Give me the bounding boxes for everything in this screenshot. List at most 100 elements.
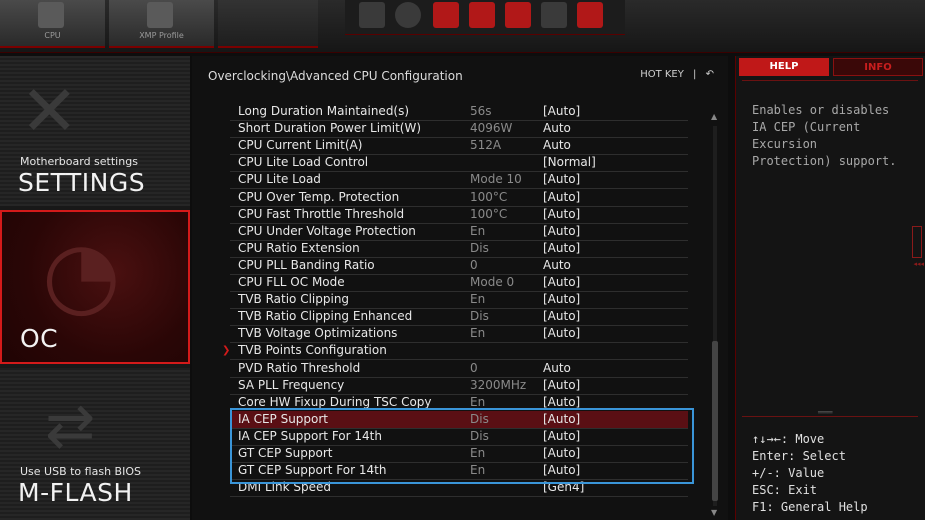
nav-oc[interactable]: ◔ OC [0, 210, 190, 364]
key-exit: ESC: Exit [752, 483, 818, 497]
setting-row[interactable]: TVB Ratio Clipping En [Auto] [230, 291, 688, 310]
setting-value[interactable]: [Auto] [543, 308, 580, 325]
setting-label: TVB Ratio Clipping [238, 292, 350, 307]
setting-row[interactable]: TVB Voltage Optimizations En [Auto] [230, 325, 688, 344]
help-panel: HELP INFO Enables or disables IA CEP (Cu… [735, 56, 925, 520]
setting-row[interactable]: Short Duration Power Limit(W) 4096W Auto [230, 120, 688, 139]
setting-label: CPU FLL OC Mode [238, 275, 345, 289]
keys-divider [742, 416, 918, 417]
cpu-icon [38, 2, 64, 28]
setting-current-value: Mode 0 [470, 275, 515, 289]
setting-label: PVD Ratio Threshold [238, 360, 361, 375]
setting-current-value: Mode 10 [470, 172, 522, 187]
usb-icon: ⇄ [45, 391, 96, 461]
setting-value[interactable]: [Auto] [543, 291, 580, 308]
scroll-down-arrow[interactable]: ▼ [711, 508, 717, 517]
setting-current-value: 100°C [470, 189, 508, 204]
setting-row[interactable]: ❯ TVB Points Configuration [222, 342, 688, 361]
boot-device-icon[interactable] [577, 2, 603, 28]
setting-label: CPU Fast Throttle Threshold [238, 206, 405, 221]
back-icon[interactable]: ↶ [706, 69, 714, 80]
left-navigation: ✕ Motherboard settings SETTINGS ◔ OC ⇄ U… [0, 56, 190, 520]
boot-device-bar [345, 0, 625, 35]
setting-current-value: 100°C [470, 206, 508, 221]
setting-label: CPU Current Limit(A) [238, 138, 363, 153]
key-help: F1: General Help [752, 500, 868, 514]
setting-value[interactable]: [Auto] [543, 377, 580, 394]
setting-row[interactable]: CPU Under Voltage Protection En [Auto] [230, 223, 688, 241]
setting-row[interactable]: CPU Current Limit(A) 512A Auto [230, 137, 688, 156]
breadcrumb: Overclocking\Advanced CPU Configuration [208, 69, 463, 83]
setting-value[interactable]: Auto [543, 137, 571, 154]
key-legend: ↑↓→←: Move Enter: Select +/-: Value ESC:… [752, 431, 868, 516]
setting-current-value: 56s [470, 104, 492, 118]
tab-help[interactable]: HELP [739, 58, 829, 76]
setting-value[interactable]: Auto [543, 120, 571, 137]
xmp-icon [147, 2, 173, 28]
help-tabs: HELP INFO [739, 58, 923, 76]
key-select: Enter: Select [752, 449, 846, 463]
highlight-box [230, 408, 694, 484]
setting-value[interactable]: [Auto] [543, 171, 580, 188]
setting-current-value: 0 [470, 257, 478, 272]
main-panel: Overclocking\Advanced CPU Configuration … [192, 56, 728, 520]
boot-device-icon[interactable] [433, 2, 459, 28]
boot-device-icon[interactable] [359, 2, 385, 28]
setting-row[interactable]: CPU Ratio Extension Dis [Auto] [230, 240, 688, 258]
setting-label: Long Duration Maintained(s) [238, 104, 410, 118]
setting-label: CPU Lite Load [238, 172, 321, 187]
boot-device-icon[interactable] [505, 2, 531, 28]
setting-value[interactable]: Auto [543, 360, 571, 377]
submenu-arrow-icon: ❯ [222, 345, 231, 357]
setting-current-value: 3200MHz [470, 377, 527, 392]
setting-value[interactable]: Auto [543, 257, 571, 274]
scrollbar-thumb[interactable] [712, 341, 718, 501]
setting-row[interactable]: CPU PLL Banding Ratio 0 Auto [230, 257, 688, 275]
setting-current-value: Dis [470, 240, 489, 255]
side-handle[interactable] [912, 226, 922, 258]
setting-value[interactable]: [Auto] [543, 103, 580, 120]
mflash-subtitle: Use USB to flash BIOS [20, 465, 141, 478]
setting-label: TVB Voltage Optimizations [238, 326, 398, 341]
tab-info[interactable]: INFO [833, 58, 923, 76]
setting-row[interactable]: CPU Lite Load Mode 10 [Auto] [230, 171, 688, 190]
boot-device-icon[interactable] [469, 2, 495, 28]
setting-row[interactable]: CPU FLL OC Mode Mode 0 [Auto] [230, 274, 688, 292]
boot-device-icon[interactable] [395, 2, 421, 28]
setting-value[interactable]: [Normal] [543, 154, 596, 171]
setting-label: SA PLL Frequency [238, 377, 345, 392]
mflash-title: M-FLASH [18, 478, 133, 507]
xmp-profile-button[interactable]: XMP Profile [109, 0, 214, 48]
nav-settings[interactable]: ✕ Motherboard settings SETTINGS [0, 56, 190, 206]
profile-slot-button[interactable] [218, 0, 318, 48]
xmp-button-label: XMP Profile [139, 31, 184, 40]
setting-value[interactable]: [Auto] [543, 325, 580, 342]
settings-subtitle: Motherboard settings [20, 155, 138, 168]
setting-row[interactable]: CPU Over Temp. Protection 100°C [Auto] [230, 189, 688, 207]
setting-current-value: 0 [470, 360, 478, 375]
setting-label: CPU Lite Load Control [238, 155, 369, 170]
hotkey-area[interactable]: HOT KEY | ↶ [634, 69, 714, 80]
setting-value[interactable]: [Auto] [543, 189, 580, 206]
setting-current-value: En [470, 223, 486, 238]
nav-mflash[interactable]: ⇄ Use USB to flash BIOS M-FLASH [0, 368, 190, 520]
setting-current-value: 512A [470, 138, 502, 153]
setting-value[interactable]: [Auto] [543, 274, 580, 291]
setting-label: TVB Points Configuration [238, 343, 387, 358]
settings-title: SETTINGS [18, 168, 146, 197]
setting-row[interactable]: TVB Ratio Clipping Enhanced Dis [Auto] [230, 308, 688, 327]
hotkey-separator: | [693, 69, 697, 80]
cpu-button[interactable]: CPU [0, 0, 105, 48]
setting-row[interactable]: Long Duration Maintained(s) 56s [Auto] [230, 103, 688, 121]
setting-row[interactable]: CPU Fast Throttle Threshold 100°C [Auto] [230, 206, 688, 224]
setting-value[interactable]: [Auto] [543, 223, 580, 240]
setting-value[interactable]: [Auto] [543, 240, 580, 257]
help-divider [742, 80, 918, 81]
boot-device-icon[interactable] [541, 2, 567, 28]
scroll-up-arrow[interactable]: ▲ [711, 112, 717, 121]
setting-value[interactable]: [Auto] [543, 206, 580, 223]
setting-row[interactable]: PVD Ratio Threshold 0 Auto [230, 360, 688, 378]
key-move: ↑↓→←: Move [752, 432, 825, 446]
setting-row[interactable]: CPU Lite Load Control [Normal] [230, 154, 688, 173]
setting-row[interactable]: SA PLL Frequency 3200MHz [Auto] [230, 377, 688, 395]
